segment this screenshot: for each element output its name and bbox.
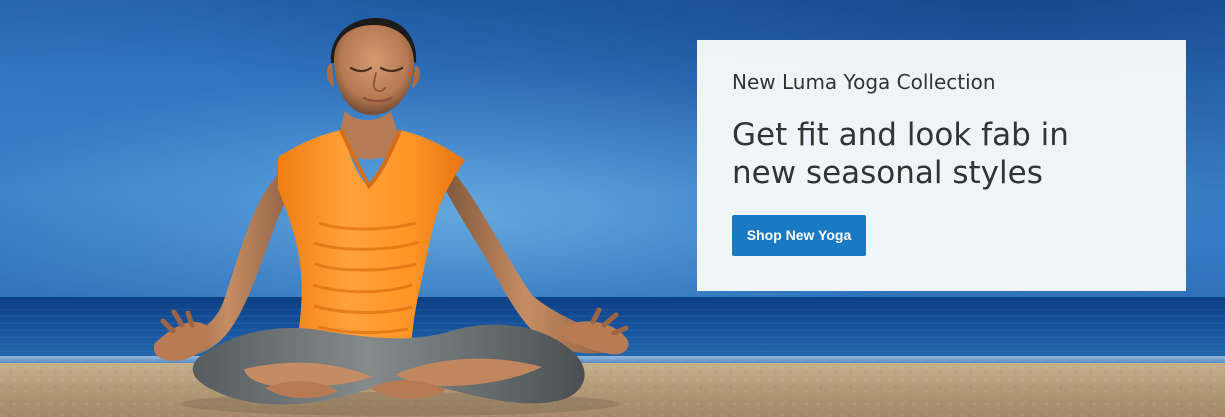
meditating-woman-image	[153, 17, 629, 416]
yoga-hero-banner: New Luma Yoga Collection Get fit and loo…	[0, 0, 1225, 417]
shop-new-yoga-button[interactable]: Shop New Yoga	[732, 215, 866, 256]
promo-eyebrow: New Luma Yoga Collection	[732, 70, 996, 94]
promo-headline: Get fit and look fab in new seasonal sty…	[732, 117, 1069, 191]
orange-shirt	[278, 130, 465, 361]
yoga-promo-card: New Luma Yoga Collection Get fit and loo…	[697, 40, 1186, 291]
left-ear	[326, 63, 334, 87]
